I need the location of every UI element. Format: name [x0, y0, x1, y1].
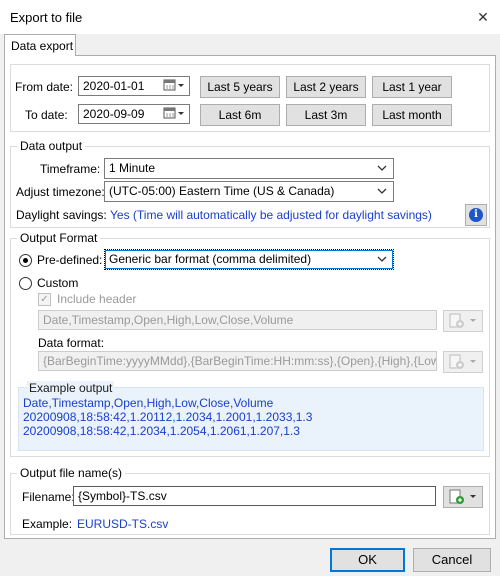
- example-line: Date,Timestamp,Open,High,Low,Close,Volum…: [23, 396, 274, 410]
- last-5-years-button[interactable]: Last 5 years: [200, 76, 280, 98]
- info-icon: i: [469, 208, 483, 222]
- output-format-label: Output Format: [17, 231, 101, 245]
- cancel-button[interactable]: Cancel: [413, 548, 491, 572]
- to-date-picker[interactable]: 2020-09-09: [78, 104, 190, 124]
- tab-panel: From date: 2020-01-01 Last 5 years Last …: [4, 55, 496, 539]
- calendar-icon[interactable]: [163, 106, 185, 123]
- to-date-value: 2020-09-09: [83, 107, 145, 121]
- predefined-label: Pre-defined:: [37, 253, 103, 267]
- filename-add-token-button[interactable]: [443, 486, 483, 508]
- filename-example-value: EURUSD-TS.csv: [77, 517, 169, 531]
- daylight-savings-value: Yes (Time will automatically be adjusted…: [110, 208, 432, 222]
- timezone-select[interactable]: (UTC-05:00) Eastern Time (US & Canada): [104, 181, 394, 202]
- last-month-button[interactable]: Last month: [372, 104, 452, 126]
- header-format-field[interactable]: Date,Timestamp,Open,High,Low,Close,Volum…: [38, 310, 437, 330]
- to-date-label: To date:: [25, 108, 68, 122]
- filename-example-label: Example:: [22, 517, 73, 531]
- output-file-group: Output file name(s) Filename: {Symbol}-T…: [10, 466, 490, 535]
- close-icon[interactable]: ✕: [466, 0, 500, 34]
- example-line: 20200908,18:58:42,1.2034,1.2054,1.2061,1…: [23, 424, 300, 438]
- output-format-group: Output Format Pre-defined: Generic bar f…: [10, 231, 490, 457]
- last-1-year-button[interactable]: Last 1 year: [372, 76, 452, 98]
- filename-value: {Symbol}-TS.csv: [78, 489, 167, 503]
- chevron-down-icon: [377, 252, 387, 269]
- tab-data-export[interactable]: Data export: [4, 34, 76, 56]
- example-output-lines: Date,Timestamp,Open,High,Low,Close,Volum…: [23, 396, 312, 438]
- title-bar: Export to file ✕: [0, 0, 500, 34]
- window-title: Export to file: [10, 10, 83, 25]
- last-2-years-button[interactable]: Last 2 years: [286, 76, 366, 98]
- daylight-savings-label: Daylight savings:: [16, 208, 107, 222]
- example-output-label: Example output: [27, 381, 115, 395]
- filename-input[interactable]: {Symbol}-TS.csv: [73, 486, 436, 506]
- output-file-label: Output file name(s): [17, 466, 126, 480]
- header-add-token-button[interactable]: [443, 310, 483, 332]
- chevron-down-icon: [377, 184, 387, 201]
- last-3m-button[interactable]: Last 3m: [286, 104, 366, 126]
- date-range-group: From date: 2020-01-01 Last 5 years Last …: [10, 64, 490, 132]
- header-format-value: Date,Timestamp,Open,High,Low,Close,Volum…: [43, 313, 294, 327]
- data-output-label: Data output: [17, 139, 86, 153]
- custom-radio[interactable]: [19, 277, 32, 290]
- timezone-label: Adjust timezone:: [16, 185, 105, 199]
- from-date-value: 2020-01-01: [83, 79, 145, 93]
- custom-label: Custom: [37, 276, 79, 290]
- data-format-value: {BarBeginTime:yyyyMMdd},{BarBeginTime:HH…: [43, 354, 437, 368]
- timezone-value: (UTC-05:00) Eastern Time (US & Canada): [109, 184, 335, 198]
- example-line: 20200908,18:58:42,1.20112,1.2034,1.2001,…: [23, 410, 313, 424]
- chevron-down-icon: [377, 161, 387, 178]
- data-format-add-token-button[interactable]: [443, 351, 483, 373]
- timeframe-select[interactable]: 1 Minute: [104, 158, 394, 179]
- info-button[interactable]: i: [465, 204, 487, 226]
- ok-button[interactable]: OK: [330, 548, 405, 572]
- include-header-label: Include header: [57, 292, 137, 306]
- timeframe-label: Timeframe:: [40, 162, 101, 176]
- predefined-format-value: Generic bar format (comma delimited): [109, 252, 312, 266]
- data-output-group: Data output Timeframe: 1 Minute Adjust t…: [10, 139, 490, 228]
- last-6m-button[interactable]: Last 6m: [200, 104, 280, 126]
- from-date-label: From date:: [15, 80, 74, 94]
- data-format-field[interactable]: {BarBeginTime:yyyyMMdd},{BarBeginTime:HH…: [38, 351, 437, 371]
- add-token-icon: [448, 313, 480, 332]
- include-header-checkbox[interactable]: ✓: [38, 293, 51, 306]
- add-token-icon: [448, 354, 480, 373]
- add-token-icon: [448, 489, 480, 508]
- from-date-picker[interactable]: 2020-01-01: [78, 76, 190, 96]
- calendar-icon[interactable]: [163, 78, 185, 95]
- data-format-label: Data format:: [38, 336, 105, 350]
- filename-label: Filename:: [22, 490, 75, 504]
- predefined-format-select[interactable]: Generic bar format (comma delimited): [104, 249, 394, 270]
- timeframe-value: 1 Minute: [109, 161, 156, 175]
- example-output-box: Example output Date,Timestamp,Open,High,…: [18, 381, 484, 451]
- predefined-radio[interactable]: [19, 254, 32, 267]
